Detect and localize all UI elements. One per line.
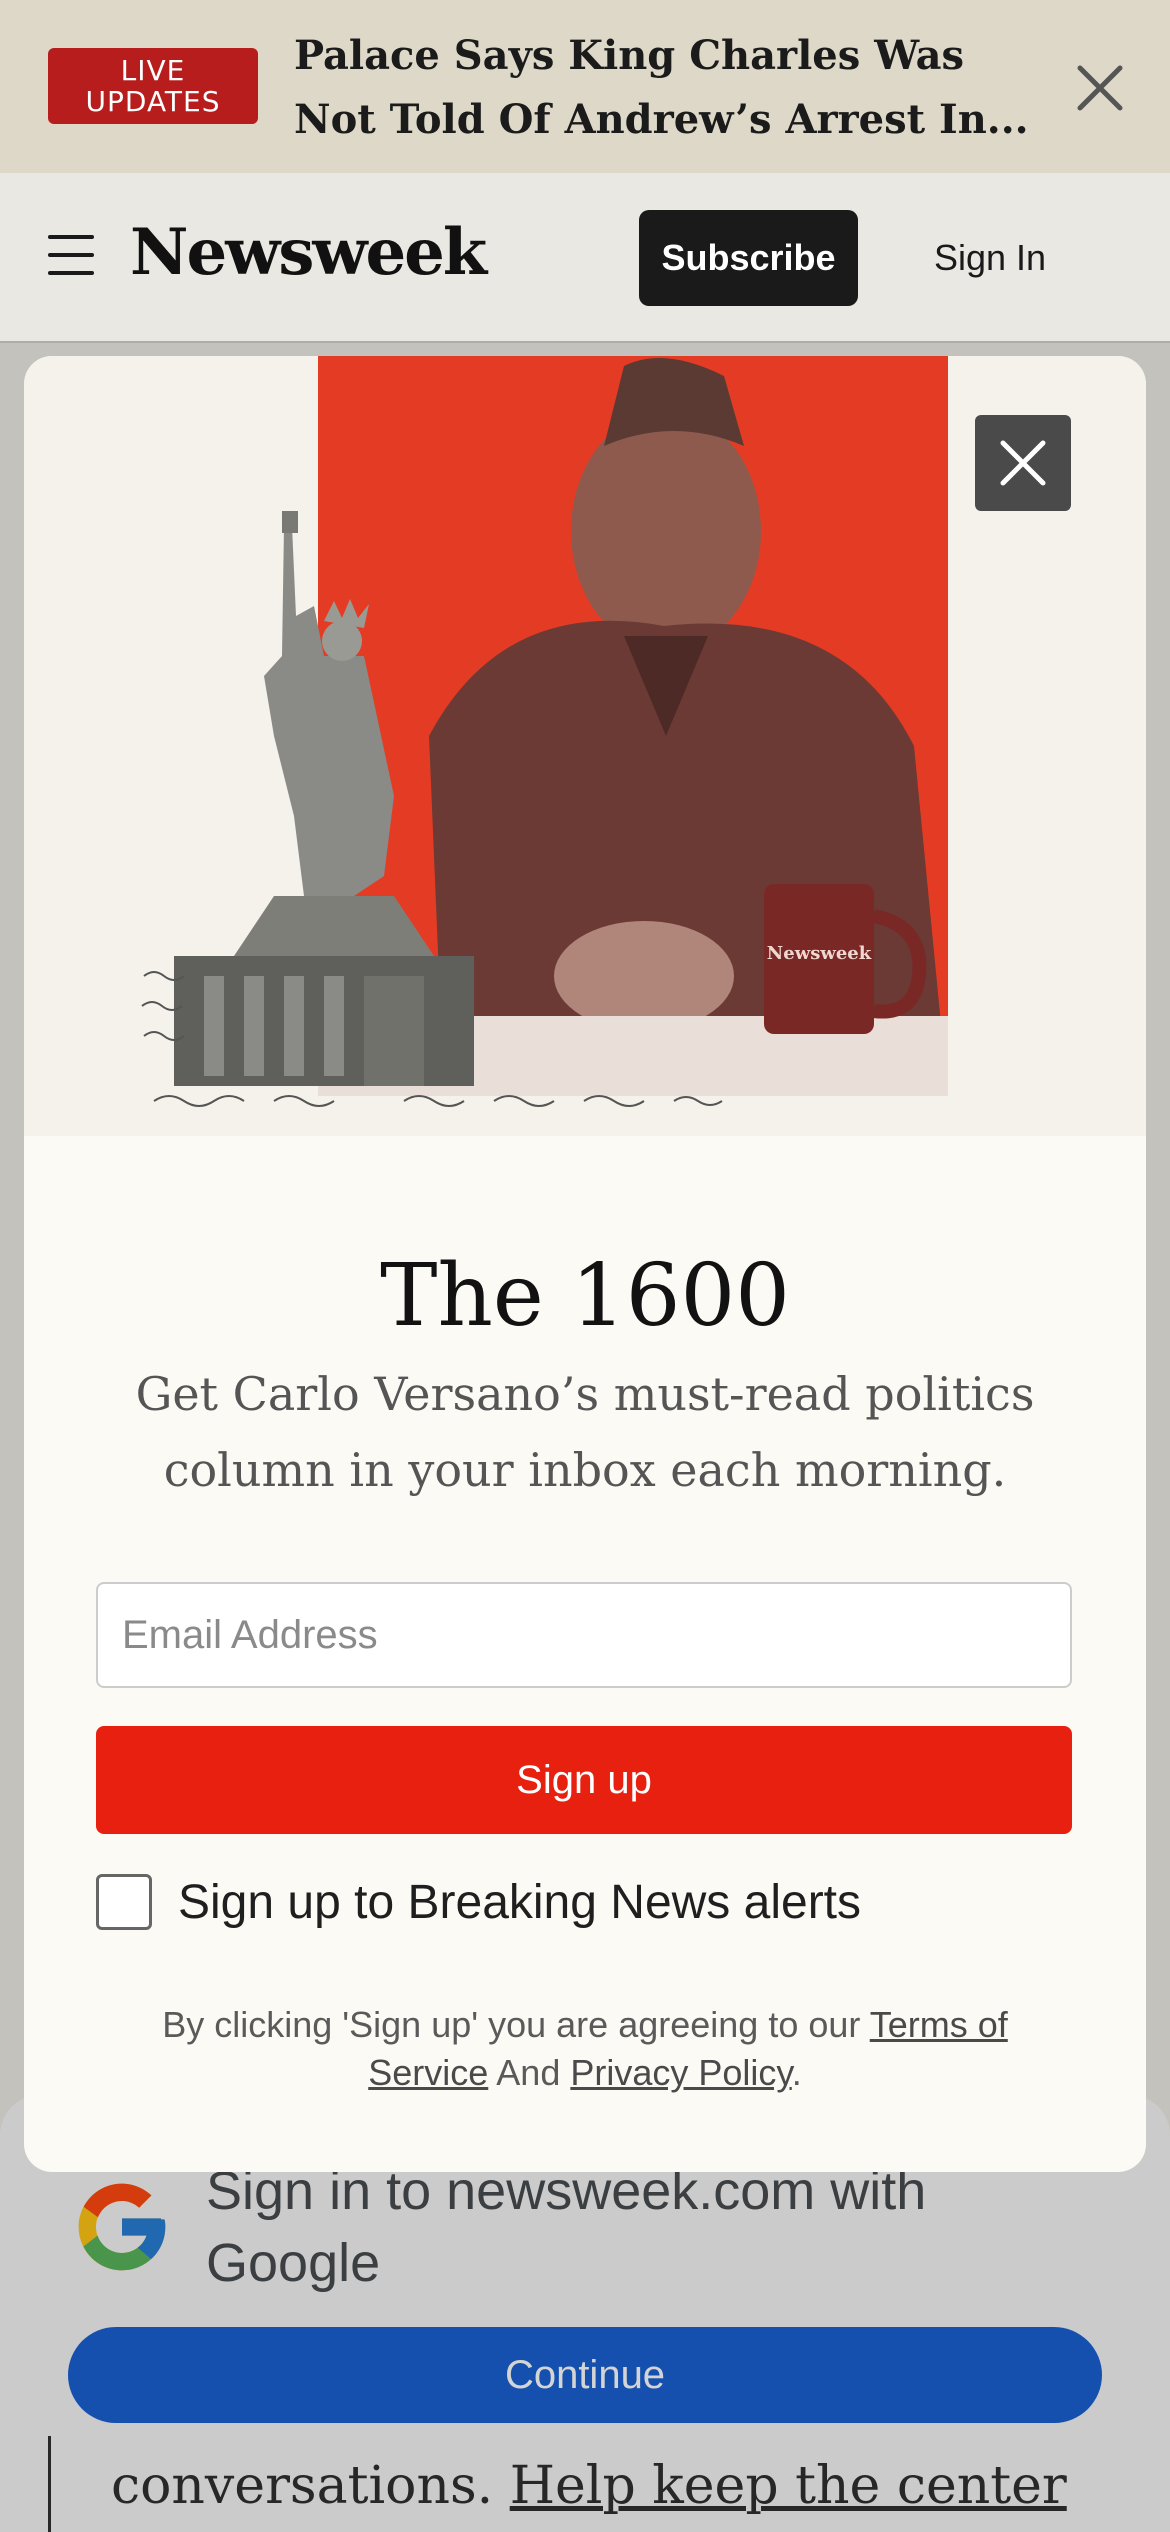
modal-close-button[interactable]: [975, 415, 1071, 511]
breaking-news-alerts-option[interactable]: Sign up to Breaking News alerts: [96, 1872, 861, 1932]
privacy-policy-link[interactable]: Privacy Policy: [570, 2052, 791, 2093]
newsletter-title: The 1600: [380, 1246, 790, 1346]
live-updates-banner[interactable]: LIVE UPDATES Palace Says King Charles Wa…: [0, 0, 1170, 173]
mug-label: Newsweek: [767, 943, 872, 964]
live-headline-link[interactable]: Palace Says King Charles Was Not Told Of…: [294, 24, 1054, 152]
legal-notice: By clicking 'Sign up' you are agreeing t…: [124, 2001, 1046, 2097]
newsweek-logo[interactable]: Newsweek: [130, 209, 487, 297]
legal-prefix: By clicking 'Sign up' you are agreeing t…: [162, 2004, 861, 2045]
legal-suffix: .: [791, 2052, 802, 2093]
site-header: Newsweek Subscribe Sign In: [0, 173, 1170, 343]
subscribe-button[interactable]: Subscribe: [639, 210, 858, 306]
sign-in-link[interactable]: Sign In: [900, 210, 1080, 306]
newsletter-modal: Newsweek The 1600 Get Carlo Versano’s mu…: [24, 356, 1146, 2172]
email-field[interactable]: [96, 1582, 1072, 1688]
breaking-news-alerts-label[interactable]: Sign up to Breaking News alerts: [178, 1875, 861, 1930]
checkbox-icon[interactable]: [96, 1874, 152, 1930]
live-badge-line2: UPDATES: [85, 85, 221, 118]
legal-and: And: [496, 2052, 561, 2093]
menu-icon[interactable]: [48, 235, 94, 275]
newsletter-description: Get Carlo Versano’s must-read politics c…: [135, 1367, 1035, 1497]
live-updates-badge: LIVE UPDATES: [48, 48, 258, 124]
live-badge-line1: LIVE: [120, 54, 186, 87]
sign-up-button[interactable]: Sign up: [96, 1726, 1072, 1834]
close-icon[interactable]: [1070, 58, 1130, 118]
newsletter-hero-image: Newsweek: [24, 356, 1146, 1136]
close-icon: [1000, 440, 1046, 486]
